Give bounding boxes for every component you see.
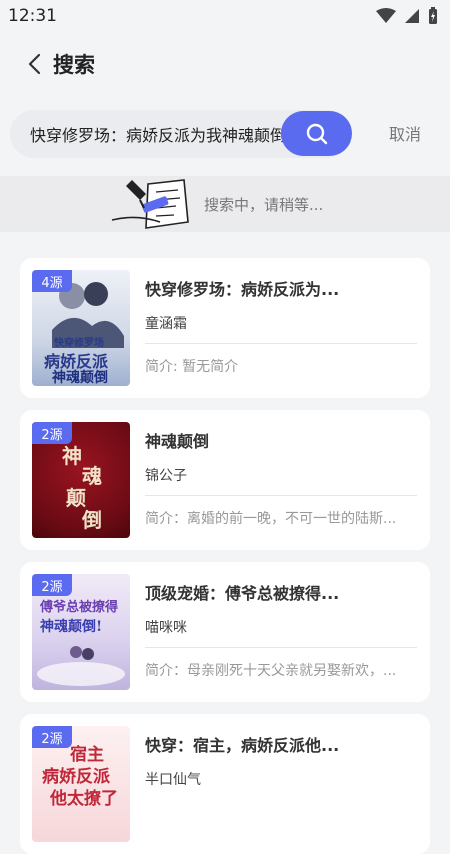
source-badge: 4源 <box>32 270 72 292</box>
book-author: 童涵霜 <box>145 316 187 332</box>
results-list: 快穿修罗场 病娇反派 神魂颠倒 4源 快穿修罗场：病娇反派为... 童涵霜 简介… <box>0 0 450 854</box>
book-title: 快穿修罗场：病娇反派为... <box>145 280 340 299</box>
divider <box>145 343 417 344</box>
book-card[interactable]: 傅爷总被撩得 神魂颠倒! 2源 顶级宠婚：傅爷总被撩得... 喵咪咪 简介：母亲… <box>20 562 430 702</box>
cover-title-line: 神魂颠倒! <box>40 619 103 635</box>
book-card[interactable]: 宿主 病娇反派 他太撩了 2源 快穿：宿主，病娇反派他... 半口仙气 <box>20 714 430 854</box>
cover-title-line: 倒 <box>82 508 102 532</box>
cover-title-line: 傅爷总被撩得 <box>40 600 119 615</box>
book-intro: 简介：离婚的前一晚，不可一世的陆斯... <box>145 511 397 527</box>
book-author: 锦公子 <box>145 468 187 484</box>
book-card[interactable]: 神 魂 颠 倒 2源 神魂颠倒 锦公子 简介：离婚的前一晚，不可一世的陆斯... <box>20 410 430 550</box>
source-badge: 2源 <box>32 574 72 596</box>
divider <box>145 647 417 648</box>
book-title: 神魂颠倒 <box>145 432 210 451</box>
book-card[interactable]: 快穿修罗场 病娇反派 神魂颠倒 4源 快穿修罗场：病娇反派为... 童涵霜 简介… <box>20 258 430 398</box>
source-badge: 2源 <box>32 726 72 748</box>
book-author: 半口仙气 <box>145 772 201 788</box>
book-title: 顶级宠婚：傅爷总被撩得... <box>145 584 340 603</box>
cover-title-line: 快穿修罗场 <box>54 338 104 349</box>
book-intro: 简介: 暂无简介 <box>145 359 239 375</box>
book-intro: 简介：母亲刚死十天父亲就另娶新欢，... <box>145 663 397 679</box>
book-author: 喵咪咪 <box>145 620 187 636</box>
cover-title-line: 他太撩了 <box>50 789 118 809</box>
cover-title-line: 神魂颠倒 <box>52 370 108 386</box>
divider <box>145 495 417 496</box>
book-title: 快穿：宿主，病娇反派他... <box>145 736 340 755</box>
source-badge: 2源 <box>32 422 72 444</box>
cover-title-line: 神 <box>62 444 82 468</box>
